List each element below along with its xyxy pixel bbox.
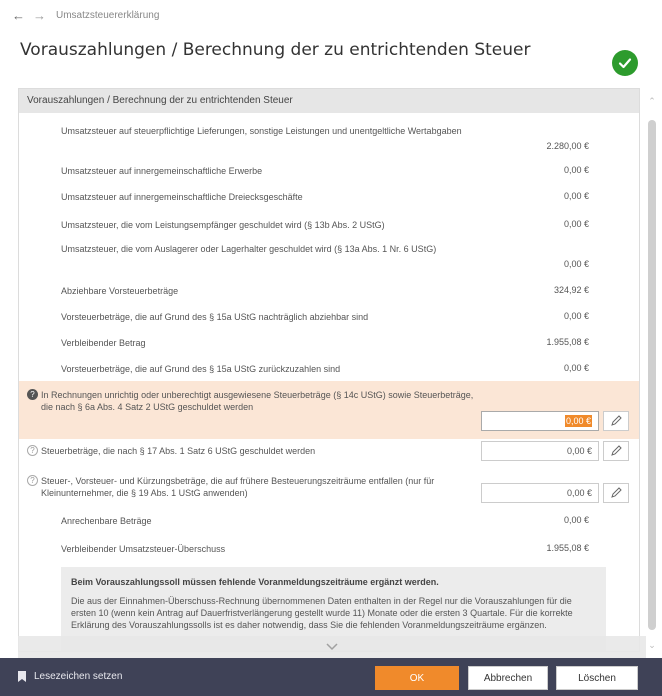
forward-arrow-icon[interactable]: → <box>33 8 46 23</box>
amount-input-17[interactable]: 0,00 € <box>481 441 599 461</box>
row-label: Anrechenbare Beträge <box>61 516 152 526</box>
panel-header: Vorauszahlungen / Berechnung der zu entr… <box>19 89 639 113</box>
info-text: Die aus der Einnahmen-Überschuss-Rechnun… <box>71 596 573 630</box>
row-label: Vorsteuerbeträge, die auf Grund des § 15… <box>61 364 341 374</box>
scroll-thumb[interactable] <box>648 120 656 630</box>
row-label: Umsatzsteuer, die vom Leistungsempfänger… <box>61 220 385 230</box>
input-label: In Rechnungen unrichtig oder unberechtig… <box>41 390 474 412</box>
row-label: Umsatzsteuer auf steuerpflichtige Liefer… <box>61 126 462 136</box>
amount-input-14c[interactable]: 0,00 € <box>481 411 599 431</box>
delete-button[interactable]: Löschen <box>556 666 638 690</box>
edit-pencil-icon[interactable] <box>603 483 629 503</box>
amount-input-19[interactable]: 0,00 € <box>481 483 599 503</box>
info-heading: Beim Vorauszahlungssoll müssen fehlende … <box>71 577 439 587</box>
row-label: Umsatzsteuer, die vom Auslagerer oder La… <box>61 244 437 254</box>
help-icon[interactable]: ? <box>27 389 38 400</box>
back-arrow-icon[interactable]: ← <box>12 8 25 23</box>
row-label: Umsatzsteuer auf innergemeinschaftliche … <box>61 192 303 202</box>
footer-bar: Lesezeichen setzen OK Abbrechen Löschen <box>0 658 662 696</box>
row-value: 1.955,08 € <box>546 543 589 553</box>
edit-pencil-icon[interactable] <box>603 441 629 461</box>
ok-button[interactable]: OK <box>375 666 459 690</box>
row-label: Verbleibender Umsatzsteuer-Überschuss <box>61 544 226 554</box>
row-label: Verbleibender Betrag <box>61 338 146 348</box>
edit-pencil-icon[interactable] <box>603 411 629 431</box>
bookmark-label: Lesezeichen setzen <box>34 671 123 682</box>
row-value: 1.955,08 € <box>546 337 589 347</box>
tax-calculation-panel: Vorauszahlungen / Berechnung der zu entr… <box>18 88 640 652</box>
expand-more-bar[interactable] <box>18 636 646 658</box>
scroll-down-icon[interactable]: ⌄ <box>646 640 658 652</box>
row-value: 2.280,00 € <box>546 141 589 151</box>
scroll-up-icon[interactable]: ⌃ <box>646 96 658 108</box>
check-icon <box>612 50 638 76</box>
input-label: Steuer-, Vorsteuer- und Kürzungsbeträge,… <box>41 476 435 498</box>
row-label: Vorsteuerbeträge, die auf Grund des § 15… <box>61 312 369 322</box>
cancel-button[interactable]: Abbrechen <box>468 666 548 690</box>
bookmark-icon <box>18 671 26 682</box>
row-value: 0,00 € <box>563 363 589 373</box>
row-value: 0,00 € <box>563 515 589 525</box>
help-icon[interactable]: ? <box>27 475 38 486</box>
row-value: 0,00 € <box>563 219 589 229</box>
row-value: 0,00 € <box>563 165 589 175</box>
row-value: 324,92 € <box>553 285 589 295</box>
row-value: 0,00 € <box>563 259 589 269</box>
breadcrumb[interactable]: Umsatzsteuererklärung <box>56 10 159 21</box>
row-value: 0,00 € <box>563 191 589 201</box>
help-icon[interactable]: ? <box>27 445 38 456</box>
page-title: Vorauszahlungen / Berechnung der zu entr… <box>20 40 531 60</box>
chevron-down-icon <box>326 643 338 651</box>
row-label: Abziehbare Vorsteuerbeträge <box>61 286 179 296</box>
row-label: Umsatzsteuer auf innergemeinschaftliche … <box>61 166 263 176</box>
input-label: Steuerbeträge, die nach § 17 Abs. 1 Satz… <box>41 446 316 456</box>
set-bookmark-button[interactable]: Lesezeichen setzen <box>18 671 122 682</box>
row-value: 0,00 € <box>563 311 589 321</box>
top-navigation: ← → Umsatzsteuererklärung <box>0 0 662 30</box>
vertical-scrollbar[interactable]: ⌃ ⌄ <box>646 96 658 652</box>
